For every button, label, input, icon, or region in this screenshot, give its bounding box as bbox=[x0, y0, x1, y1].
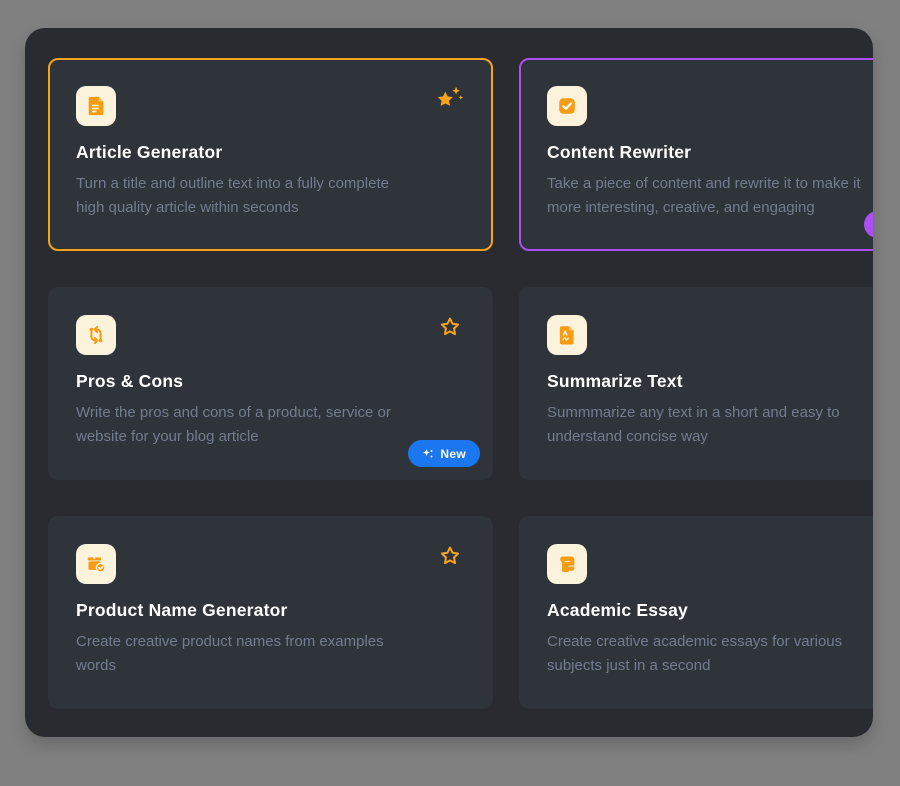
card-description: Summmarize any text in a short and easy … bbox=[547, 401, 873, 449]
favorite-star-button[interactable] bbox=[435, 542, 465, 570]
package-check-icon bbox=[85, 553, 107, 575]
badge-label: New bbox=[440, 447, 466, 461]
card-title: Summarize Text bbox=[547, 371, 873, 392]
card-summarize-text[interactable]: Summarize Text Summmarize any text in a … bbox=[519, 287, 873, 480]
card-description: Create creative academic essays for vari… bbox=[547, 630, 873, 678]
card-academic-essay[interactable]: Academic Essay Create creative academic … bbox=[519, 516, 873, 709]
star-outline-icon bbox=[438, 315, 462, 339]
document-icon bbox=[85, 95, 107, 117]
icon-box bbox=[547, 544, 587, 584]
icon-box bbox=[547, 86, 587, 126]
card-description: Turn a title and outline text into a ful… bbox=[76, 172, 465, 220]
card-article-generator[interactable]: Article Generator Turn a title and outli… bbox=[48, 58, 493, 251]
icon-box bbox=[76, 86, 116, 126]
sparkle-icon bbox=[422, 448, 434, 460]
star-sparkle-filled-icon bbox=[435, 84, 465, 112]
favorite-star-button[interactable] bbox=[435, 84, 465, 112]
card-title: Article Generator bbox=[76, 142, 465, 163]
card-description: Take a piece of content and rewrite it t… bbox=[547, 172, 873, 220]
scroll-icon bbox=[556, 553, 578, 575]
star-outline-icon bbox=[438, 544, 462, 568]
card-title: Content Rewriter bbox=[547, 142, 873, 163]
summarize-document-icon bbox=[556, 324, 578, 346]
card-title: Pros & Cons bbox=[76, 371, 465, 392]
swap-arrows-icon bbox=[85, 324, 107, 346]
card-title: Academic Essay bbox=[547, 600, 873, 621]
tools-grid: Article Generator Turn a title and outli… bbox=[48, 58, 873, 709]
card-description: Write the pros and cons of a product, se… bbox=[76, 401, 465, 449]
checkbox-icon bbox=[556, 95, 578, 117]
new-badge: New bbox=[408, 440, 480, 467]
tools-panel: Article Generator Turn a title and outli… bbox=[25, 28, 873, 737]
card-product-name-generator[interactable]: Product Name Generator Create creative p… bbox=[48, 516, 493, 709]
icon-box bbox=[76, 315, 116, 355]
card-title: Product Name Generator bbox=[76, 600, 465, 621]
icon-box bbox=[547, 315, 587, 355]
icon-box bbox=[76, 544, 116, 584]
favorite-star-button[interactable] bbox=[435, 313, 465, 341]
card-content-rewriter[interactable]: Content Rewriter Take a piece of content… bbox=[519, 58, 873, 251]
card-pros-and-cons[interactable]: Pros & Cons Write the pros and cons of a… bbox=[48, 287, 493, 480]
card-description: Create creative product names from examp… bbox=[76, 630, 465, 678]
